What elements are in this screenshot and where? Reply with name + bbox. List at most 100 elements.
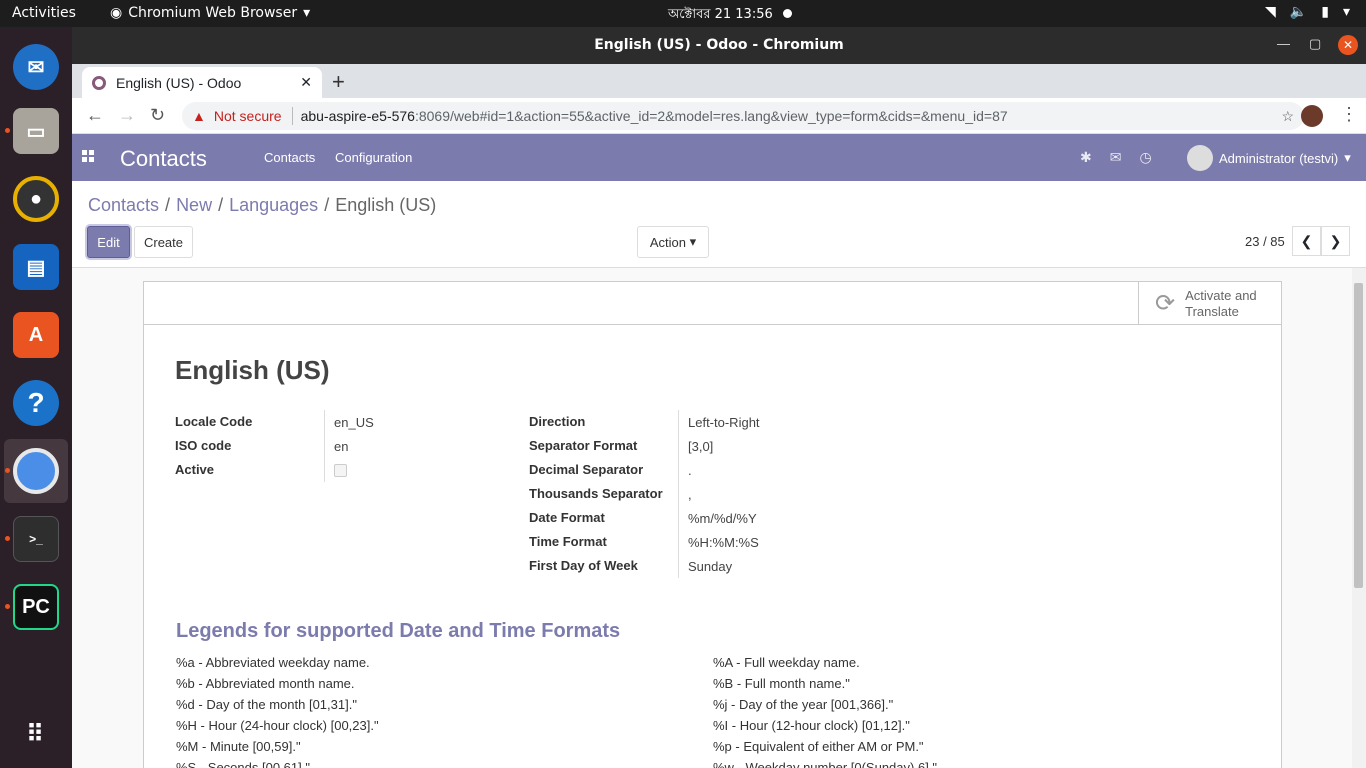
pycharm-icon: PC xyxy=(13,584,59,630)
menu-contacts[interactable]: Contacts xyxy=(264,150,315,165)
legend-item: %A - Full weekday name. xyxy=(713,655,860,670)
field-row-date-format: Date Format %m/%d/%Y xyxy=(529,506,760,530)
bookmark-star-icon[interactable]: ☆ xyxy=(1281,108,1294,125)
pager-previous-button[interactable]: ❮ xyxy=(1292,226,1321,256)
browser-tab[interactable]: English (US) - Odoo ✕ xyxy=(82,67,322,98)
field-value: Left-to-Right xyxy=(688,414,760,430)
dock-terminal[interactable]: >_ xyxy=(4,507,68,571)
legend-item: %p - Equivalent of either AM or PM." xyxy=(713,739,924,754)
help-icon: ? xyxy=(13,380,59,426)
page-scrollbar[interactable] xyxy=(1352,268,1366,768)
running-indicator-icon xyxy=(5,468,10,473)
field-value xyxy=(325,463,347,477)
button-box: ⟳ Activate and Translate xyxy=(144,282,1281,325)
dock-chromium[interactable] xyxy=(4,439,68,503)
security-label[interactable]: Not secure xyxy=(214,108,282,124)
scrollbar-thumb[interactable] xyxy=(1354,283,1363,588)
breadcrumb-languages[interactable]: Languages xyxy=(229,195,318,215)
field-label: Time Format xyxy=(529,530,679,554)
close-window-icon[interactable]: ✕ xyxy=(1338,35,1358,55)
forward-icon[interactable]: → xyxy=(118,105,136,126)
minimize-icon[interactable]: — xyxy=(1277,36,1290,51)
field-row-time-format: Time Format %H:%M:%S xyxy=(529,530,760,554)
reload-icon[interactable]: ↻ xyxy=(150,105,165,126)
field-label: Direction xyxy=(529,410,679,434)
legends-right-column: %A - Full weekday name. %B - Full month … xyxy=(713,655,937,768)
apps-menu-icon[interactable] xyxy=(82,150,94,162)
caret-down-icon: ▾ xyxy=(1344,150,1351,165)
back-icon[interactable]: ← xyxy=(86,105,104,126)
debug-icon[interactable]: ✱ xyxy=(1080,149,1092,166)
url-host: abu-aspire-e5-576 xyxy=(300,108,415,124)
discuss-icon[interactable]: ✉ xyxy=(1110,149,1122,166)
activity-clock-icon[interactable]: ◷ xyxy=(1139,149,1151,166)
edit-button[interactable]: Edit xyxy=(87,226,130,258)
pager-next-button[interactable]: ❯ xyxy=(1321,226,1350,256)
form-sheet: ⟳ Activate and Translate English (US) Lo… xyxy=(143,281,1282,768)
profile-avatar[interactable] xyxy=(1301,105,1323,127)
menu-configuration[interactable]: Configuration xyxy=(335,150,412,165)
dock-rhythmbox[interactable]: ● xyxy=(4,167,68,231)
user-avatar xyxy=(1187,145,1213,171)
tray-menu-icon: ▾ xyxy=(1342,4,1350,20)
dock-help[interactable]: ? xyxy=(4,371,68,435)
form-view: ⟳ Activate and Translate English (US) Lo… xyxy=(72,268,1352,768)
app-brand[interactable]: Contacts xyxy=(120,146,207,172)
pager-value[interactable]: 23 / 85 xyxy=(1245,234,1285,249)
app-menu-label: Chromium Web Browser xyxy=(128,5,298,21)
user-menu[interactable]: Administrator (testvi) ▾ xyxy=(1187,145,1351,171)
legend-item: %B - Full month name." xyxy=(713,676,850,691)
legend-item: %H - Hour (24-hour clock) [00,23]." xyxy=(176,718,379,733)
create-button[interactable]: Create xyxy=(134,226,193,258)
new-tab-icon[interactable]: + xyxy=(332,69,345,95)
clock[interactable]: অক্টোবর 21 13:56 xyxy=(668,5,773,26)
dock-writer[interactable]: ▤ xyxy=(4,235,68,299)
running-indicator-icon xyxy=(5,604,10,609)
breadcrumb-separator: / xyxy=(324,195,330,215)
legend-item: %b - Abbreviated month name. xyxy=(176,676,355,691)
chevron-right-icon: ❯ xyxy=(1329,232,1342,249)
activate-translate-label: Activate and Translate xyxy=(1185,287,1257,319)
odoo-navbar: Contacts Contacts Configuration ✱ ✉ ◷ Ad… xyxy=(72,134,1366,181)
activities-button[interactable]: Activities xyxy=(12,5,76,21)
breadcrumb-new[interactable]: New xyxy=(176,195,212,215)
chromium-icon xyxy=(13,448,59,494)
notification-dot-icon xyxy=(783,9,792,18)
dock-files[interactable]: ▭ xyxy=(4,99,68,163)
window-title: English (US) - Odoo - Chromium xyxy=(594,37,844,53)
field-row-separator-format: Separator Format [3,0] xyxy=(529,434,760,458)
close-tab-icon[interactable]: ✕ xyxy=(300,74,312,91)
software-icon: A xyxy=(13,312,59,358)
legend-item: %M - Minute [00,59]." xyxy=(176,739,301,754)
address-bar[interactable]: ▲ Not secure abu-aspire-e5-576 :8069/web… xyxy=(182,102,1304,130)
field-label: First Day of Week xyxy=(529,554,679,578)
app-menu[interactable]: ◉ Chromium Web Browser ▾ xyxy=(110,5,310,21)
system-tray[interactable]: ◥ 🔈 ▮ ▾ xyxy=(1265,4,1350,20)
field-label: Date Format xyxy=(529,506,679,530)
breadcrumb-contacts[interactable]: Contacts xyxy=(88,195,159,215)
field-row-active: Active xyxy=(175,458,374,482)
action-dropdown[interactable]: Action ▾ xyxy=(637,226,709,258)
dock-software[interactable]: A xyxy=(4,303,68,367)
maximize-icon[interactable]: ▢ xyxy=(1309,36,1321,52)
breadcrumb-separator: / xyxy=(165,195,171,215)
tab-title: English (US) - Odoo xyxy=(116,74,242,91)
field-row-decimal-separator: Decimal Separator. xyxy=(529,458,760,482)
dock-show-apps[interactable]: ⠿ xyxy=(4,702,68,766)
field-label: Active xyxy=(175,458,325,482)
active-checkbox[interactable] xyxy=(334,463,347,477)
field-row-thousands-separator: Thousands Separator, xyxy=(529,482,760,506)
legends-title: Legends for supported Date and Time Form… xyxy=(176,620,621,642)
field-label: Thousands Separator xyxy=(529,482,679,506)
dock-thunderbird[interactable]: ✉ xyxy=(4,35,68,99)
field-value: %H:%M:%S xyxy=(688,534,759,550)
control-panel: Contacts / New / Languages / English (US) Edit… xyxy=(72,181,1366,268)
dock-pycharm[interactable]: PC xyxy=(4,575,68,639)
rhythmbox-icon: ● xyxy=(13,176,59,222)
legend-item: %a - Abbreviated weekday name. xyxy=(176,655,370,670)
user-name: Administrator (testvi) xyxy=(1219,150,1339,166)
warning-icon: ▲ xyxy=(192,108,206,124)
breadcrumb-separator: / xyxy=(218,195,224,215)
browser-menu-icon[interactable]: ⋮ xyxy=(1340,104,1358,125)
activate-translate-button[interactable]: ⟳ Activate and Translate xyxy=(1138,282,1281,325)
